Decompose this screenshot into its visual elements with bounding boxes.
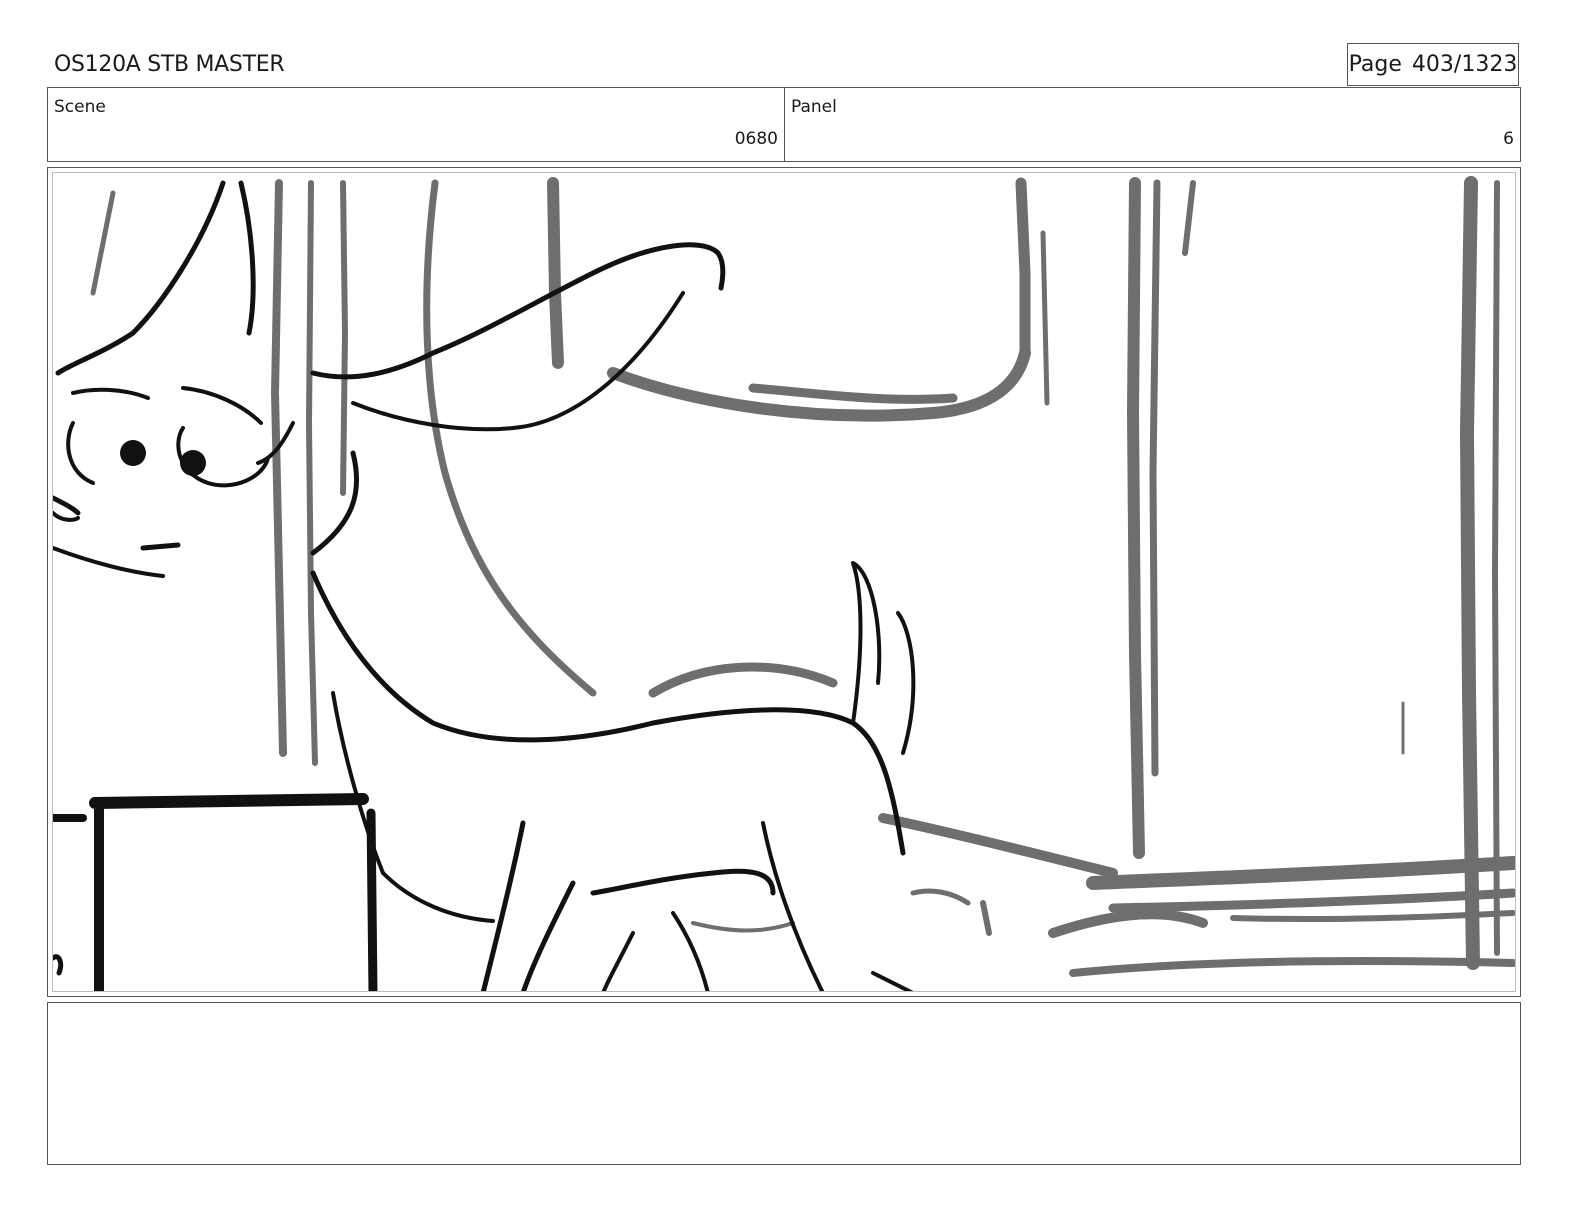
page-number: 403/1323: [1411, 52, 1518, 77]
panel-label: Panel: [791, 97, 837, 117]
storyboard-drawing: [53, 176, 1515, 991]
document-title: OS120A STB MASTER: [54, 52, 285, 77]
panel-number: 6: [1503, 129, 1514, 149]
storyboard-frame: [47, 167, 1521, 997]
page-indicator: Page 403/1323: [1347, 43, 1519, 86]
scene-panel-info: Scene 0680 Panel 6: [47, 87, 1521, 162]
scene-cell: Scene 0680: [48, 88, 785, 161]
scene-number: 0680: [734, 129, 778, 149]
notes-box: [47, 1002, 1521, 1165]
scene-label: Scene: [54, 97, 106, 117]
panel-cell: Panel 6: [785, 88, 1520, 161]
storyboard-frame-inner: [52, 172, 1516, 992]
page-label: Page: [1348, 52, 1402, 77]
